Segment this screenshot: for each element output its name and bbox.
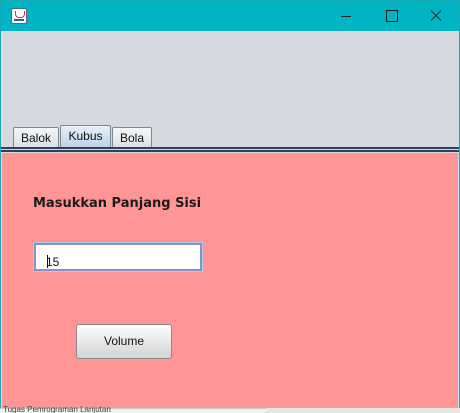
tab-bola[interactable]: Bola (112, 127, 152, 149)
text-caret (47, 255, 48, 268)
minimize-icon[interactable] (323, 1, 369, 31)
shape-tabs: Balok Kubus Bola (1, 125, 459, 149)
kubus-panel: Masukkan Panjang Sisi 15 Volume (2, 153, 458, 411)
maximize-icon[interactable] (369, 1, 415, 31)
volume-button[interactable]: Volume (76, 324, 172, 359)
tab-kubus[interactable]: Kubus (60, 125, 111, 149)
taskbar-item-label[interactable]: Tugas Pemrograman Lanjutan (3, 405, 111, 413)
app-window: Balok Kubus Bola Masukkan Panjang Sisi 1… (0, 0, 460, 413)
tab-balok[interactable]: Balok (13, 127, 59, 149)
close-icon[interactable] (413, 1, 459, 31)
side-length-label: Masukkan Panjang Sisi (33, 196, 202, 211)
taskbar-right-area (266, 408, 460, 413)
tab-divider (1, 147, 459, 149)
title-bar[interactable] (1, 1, 459, 31)
tab-divider-lower (1, 150, 459, 152)
side-length-value: 15 (46, 255, 60, 269)
java-app-icon (11, 8, 27, 24)
side-length-input[interactable]: 15 (33, 242, 203, 272)
